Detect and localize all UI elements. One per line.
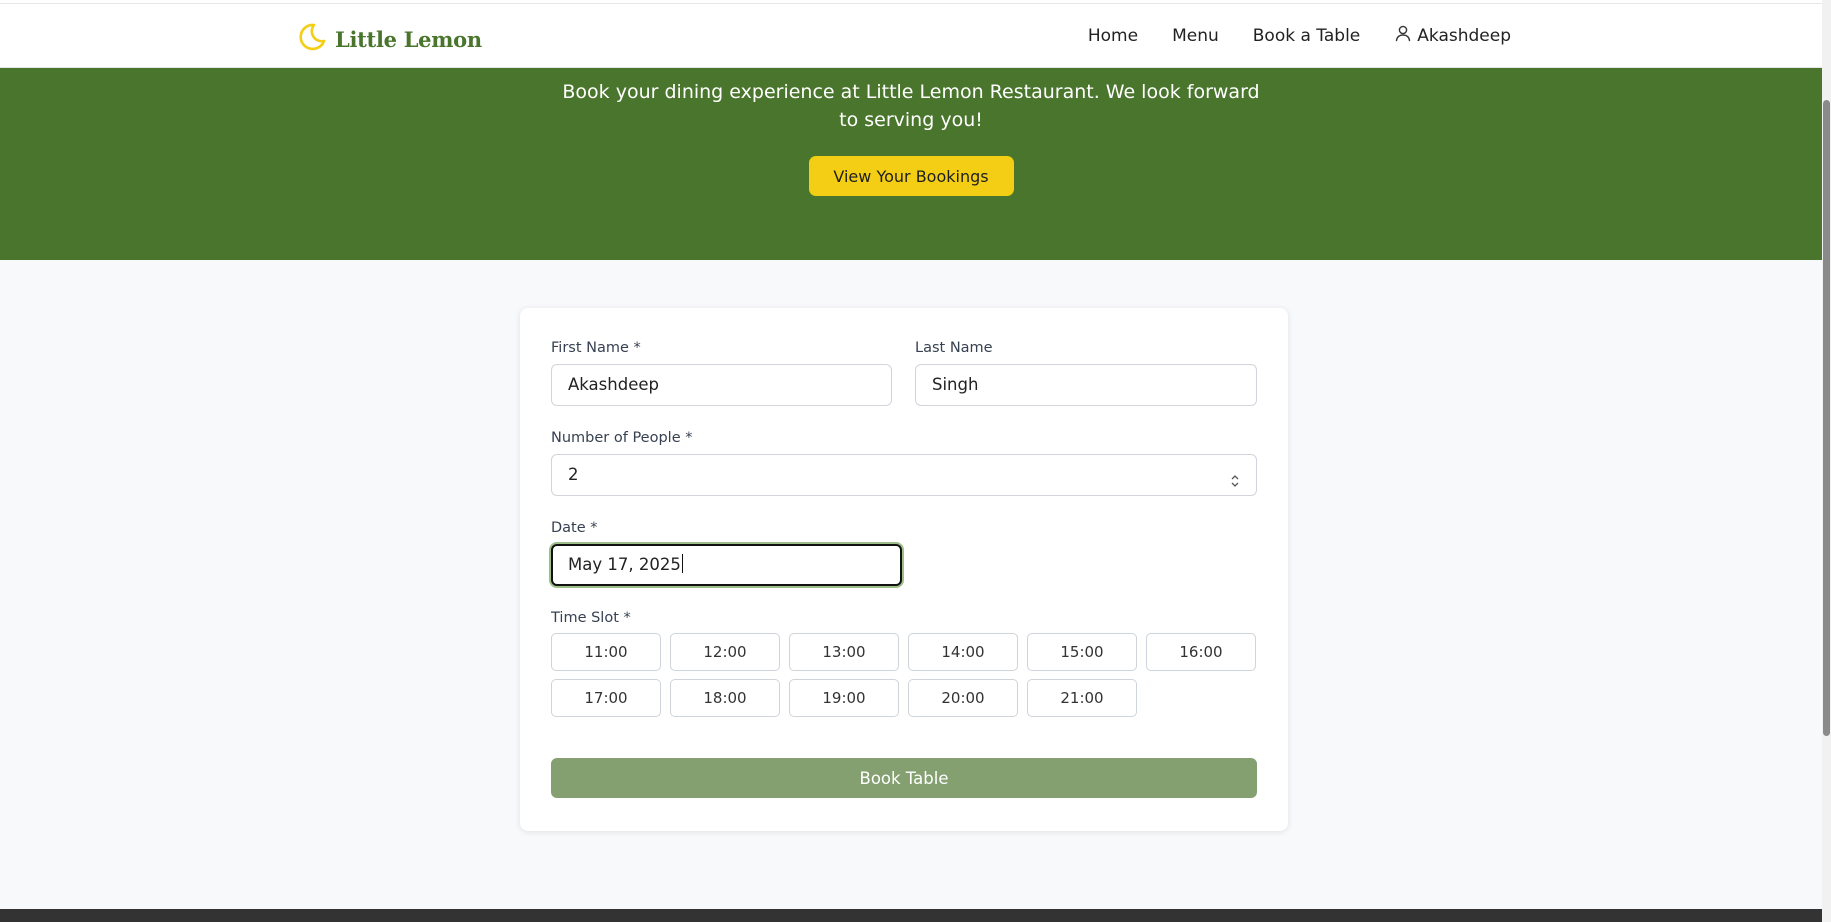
time-slot-button[interactable]: 14:00 [908,633,1018,671]
nav-home[interactable]: Home [1088,26,1138,46]
page-scrollbar[interactable] [1822,0,1831,922]
date-label: Date * [551,520,598,536]
book-table-button[interactable]: Book Table [551,758,1257,798]
time-slot-button[interactable]: 17:00 [551,679,661,717]
time-slot-label: Time Slot * [551,610,631,626]
time-slot-button[interactable]: 15:00 [1027,633,1137,671]
site-footer [0,909,1822,922]
site-header: Little Lemon Home Menu Book a Table Akas… [0,4,1822,68]
number-spinner-icon[interactable] [1230,466,1240,487]
logo[interactable]: Little Lemon [297,22,482,56]
last-name-field[interactable]: Singh [915,364,1257,406]
crescent-moon-icon [297,22,327,56]
nav-menu[interactable]: Menu [1172,26,1219,46]
time-slot-grid: 11:00 12:00 13:00 14:00 15:00 16:00 17:0… [551,633,1257,717]
user-icon [1394,24,1417,47]
time-slot-button[interactable]: 16:00 [1146,633,1256,671]
first-name-field[interactable]: Akashdeep [551,364,892,406]
time-slot-button[interactable]: 19:00 [789,679,899,717]
time-slot-button[interactable]: 21:00 [1027,679,1137,717]
brand-name: Little Lemon [335,26,482,52]
hero-text: Book your dining experience at Little Le… [562,81,1260,131]
first-name-label: First Name * [551,340,641,356]
main-nav: Home Menu Book a Table Akashdeep [1054,24,1511,47]
booking-form: First Name * Akashdeep Last Name Singh N… [520,308,1288,831]
people-value: 2 [568,465,579,484]
last-name-label: Last Name [915,340,993,356]
time-slot-button[interactable]: 20:00 [908,679,1018,717]
people-label: Number of People * [551,430,693,446]
text-cursor [681,554,683,573]
scrollbar-thumb[interactable] [1823,100,1830,736]
nav-book-a-table[interactable]: Book a Table [1253,26,1361,46]
hero-banner: Book your dining experience at Little Le… [0,68,1822,260]
time-slot-button[interactable]: 18:00 [670,679,780,717]
time-slot-button[interactable]: 12:00 [670,633,780,671]
nav-user-profile[interactable]: Akashdeep [1394,24,1511,47]
people-number-input[interactable]: 2 [551,454,1257,496]
date-field[interactable]: May 17, 2025 [551,544,902,586]
view-bookings-button[interactable]: View Your Bookings [808,156,1014,196]
time-slot-button[interactable]: 11:00 [551,633,661,671]
time-slot-button[interactable]: 13:00 [789,633,899,671]
date-value: May 17, 2025 [568,555,681,574]
user-name: Akashdeep [1417,25,1511,46]
